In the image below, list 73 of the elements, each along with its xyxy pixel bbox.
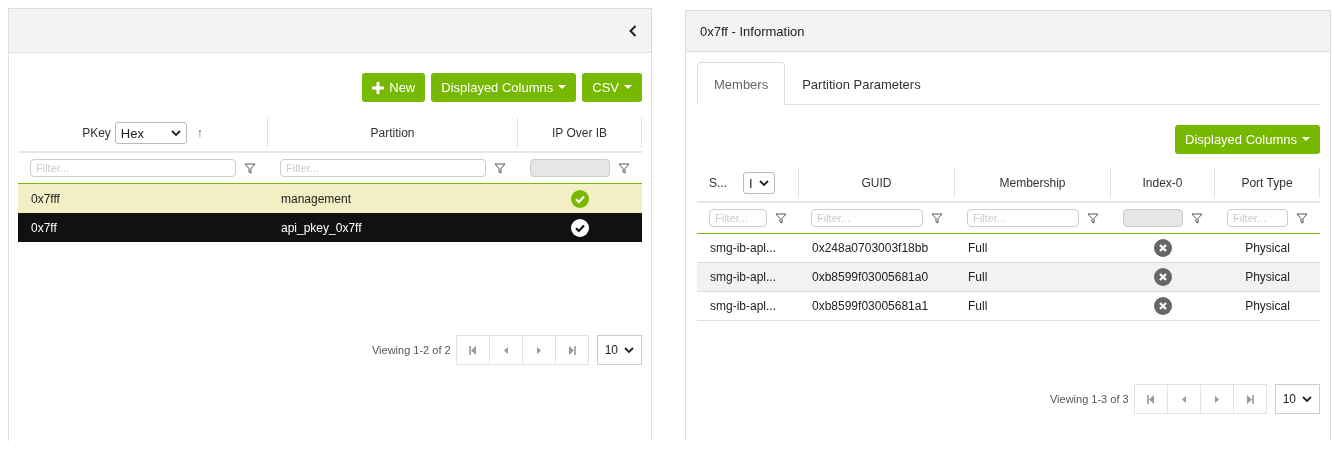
page-size-select[interactable]: 10 [1274, 384, 1320, 414]
table-cell-text: 0x248a0703003f18bb [811, 240, 930, 257]
column-select[interactable]: I [743, 172, 775, 194]
chevron-icon [170, 130, 181, 136]
table-cell-text: management [280, 190, 353, 208]
table-cell-text: 0xb8599f03005681a0 [811, 269, 930, 286]
column-header[interactable]: S... [709, 176, 727, 190]
table-row[interactable]: 0x7ff api_pkey_0x7ff [18, 213, 642, 242]
previous-page-button[interactable] [488, 335, 523, 365]
table-cell-text: Physical [1244, 240, 1291, 257]
previous-icon [1181, 395, 1186, 403]
table-row[interactable]: smg-ib-apl... 0xb8599f03005681a0 Full Physical [697, 263, 1320, 292]
filter-select[interactable] [1123, 209, 1183, 227]
last-page-icon [567, 345, 576, 355]
table-row[interactable]: 0x7fff management [18, 184, 642, 213]
last-page-icon [1245, 394, 1254, 404]
table-cell-text: Physical [1244, 298, 1291, 315]
filter-icon[interactable] [1191, 212, 1203, 224]
first-page-icon [468, 345, 477, 355]
table-cell-text: smg-ib-apl... [709, 298, 778, 315]
collapse-icon[interactable] [629, 24, 637, 37]
table-cell-text: Full [967, 240, 989, 257]
filter-icon[interactable] [775, 212, 787, 224]
table-cell-text: api_pkey_0x7ff [280, 219, 363, 237]
column-header[interactable]: IP Over IB [551, 126, 608, 140]
column-header[interactable]: PKey [82, 126, 111, 140]
first-page-button[interactable] [455, 335, 490, 365]
column-header[interactable]: Index-0 [1142, 176, 1183, 190]
panel-title: 0x7ff - Information [700, 23, 805, 39]
filter-icon[interactable] [1087, 212, 1099, 224]
filter-icon[interactable] [244, 162, 256, 174]
table-cell-text: smg-ib-apl... [709, 269, 778, 286]
pagination-summary: Viewing 1-3 of 3 [1049, 393, 1129, 405]
table-cell-text: Physical [1244, 269, 1291, 286]
previous-icon [503, 346, 508, 354]
filter-icon[interactable] [618, 162, 630, 174]
next-page-button[interactable] [1199, 384, 1234, 414]
next-icon [1214, 395, 1219, 403]
table-cell-text: Full [967, 298, 989, 315]
table-cell-text: Full [967, 269, 989, 286]
previous-page-button[interactable] [1166, 384, 1201, 414]
page-size-select[interactable]: 10 [596, 335, 642, 365]
next-page-button[interactable] [521, 335, 556, 365]
filter-select[interactable] [530, 159, 610, 177]
column-header[interactable]: GUID [861, 176, 892, 190]
chevron-icon [1302, 396, 1312, 402]
last-page-button[interactable] [554, 335, 589, 365]
plus-icon [372, 81, 385, 94]
chevron-icon [759, 180, 769, 186]
tab[interactable]: Partition Parameters [785, 62, 938, 105]
chevron-icon [624, 347, 634, 353]
caret-icon [1302, 137, 1310, 142]
table-cell-text: smg-ib-apl... [709, 240, 778, 257]
table-cell-text: 0x7ff [30, 219, 58, 237]
first-page-button[interactable] [1133, 384, 1168, 414]
filter-icon[interactable] [931, 212, 943, 224]
sort-indicator[interactable]: ↑ [196, 126, 203, 140]
caret-icon [558, 85, 567, 90]
column-header[interactable]: Port Type [1241, 176, 1293, 190]
pagination-summary: Viewing 1-2 of 2 [371, 344, 451, 356]
table-row[interactable]: smg-ib-apl... 0xb8599f03005681a1 Full Physical [697, 292, 1320, 321]
tab[interactable]: Members [697, 62, 786, 105]
filter-icon[interactable] [494, 162, 506, 174]
format-select[interactable]: Hex [114, 122, 187, 144]
filter-icon[interactable] [1296, 212, 1308, 224]
table-cell-text: 0xb8599f03005681a1 [811, 298, 930, 315]
column-header[interactable]: Membership [999, 176, 1066, 190]
table-cell-text: 0x7fff [30, 190, 61, 208]
column-header[interactable]: Partition [370, 126, 415, 140]
first-page-icon [1146, 394, 1155, 404]
last-page-button[interactable] [1232, 384, 1267, 414]
caret-icon [624, 85, 632, 90]
next-icon [536, 346, 541, 354]
